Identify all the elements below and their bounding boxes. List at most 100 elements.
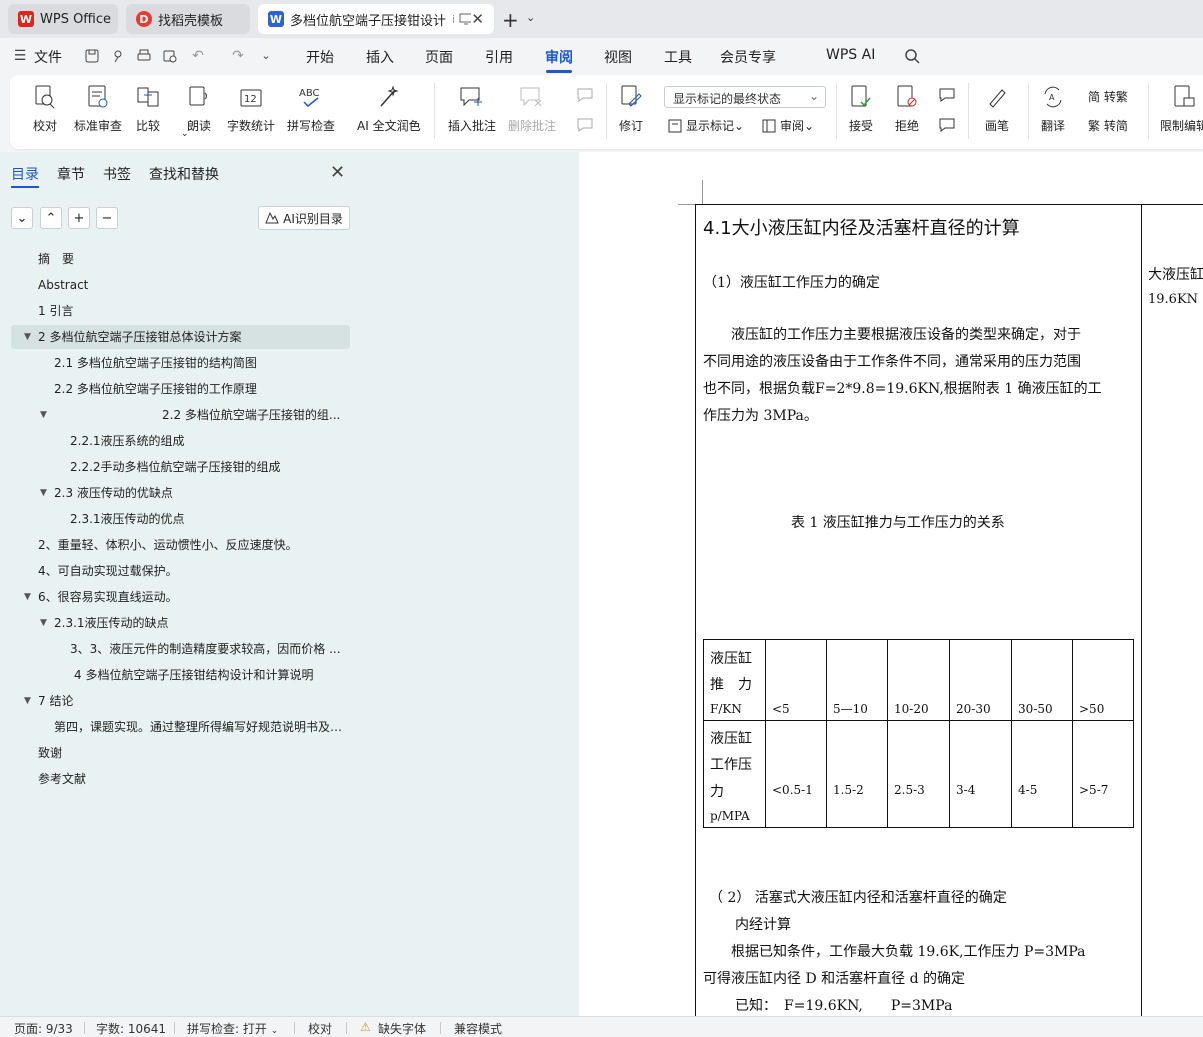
translate-button[interactable]: A 翻译 bbox=[1040, 83, 1066, 134]
prev-change-icon[interactable] bbox=[938, 87, 956, 103]
svg-text:12: 12 bbox=[244, 94, 257, 105]
toc-item[interactable]: 2.1 多档位航空端子压接钳的结构简图 bbox=[11, 351, 350, 375]
toc-item[interactable]: ▼ 2.3.1液压传动的缺点 bbox=[11, 611, 350, 635]
proof-status[interactable]: 校对 bbox=[308, 1020, 332, 1037]
menu-wps-ai[interactable]: WPS AI bbox=[826, 47, 875, 63]
tab-wps-office[interactable]: W WPS Office bbox=[8, 4, 118, 34]
expand-arrow-icon[interactable]: ▼ bbox=[40, 481, 47, 505]
missing-font-status[interactable]: 缺失字体 bbox=[378, 1020, 426, 1037]
track-changes-button[interactable]: 修订 bbox=[618, 83, 644, 134]
menu-insert[interactable]: 插入 bbox=[366, 47, 394, 67]
toc-item[interactable]: 第四，课题实现。通过整理所得编写好规范说明书及 ... bbox=[11, 715, 350, 739]
spell-check-button[interactable]: ABC 拼写检查 bbox=[287, 83, 335, 134]
menu-member[interactable]: 会员专享 bbox=[720, 47, 776, 67]
menu-page[interactable]: 页面 bbox=[425, 47, 453, 67]
menu-reference[interactable]: 引用 bbox=[485, 47, 513, 67]
status-separator bbox=[174, 1022, 175, 1034]
page-indicator[interactable]: 页面: 9/33 bbox=[14, 1020, 73, 1037]
collapse-button[interactable]: ⌄ bbox=[11, 207, 33, 229]
menu-tools[interactable]: 工具 bbox=[664, 47, 692, 67]
pen-button[interactable]: 画笔 bbox=[984, 83, 1010, 134]
toc-item[interactable]: 2.2.1液压系统的组成 bbox=[11, 429, 350, 453]
proofread-button[interactable]: 校对 bbox=[32, 83, 58, 134]
save-icon[interactable] bbox=[84, 48, 100, 64]
reject-button[interactable]: 拒绝 bbox=[894, 83, 920, 134]
add-heading-button[interactable]: + bbox=[68, 207, 90, 229]
expand-arrow-icon[interactable]: ▼ bbox=[40, 403, 47, 427]
word-count-icon: 12 bbox=[240, 89, 262, 107]
close-icon[interactable]: ✕ bbox=[471, 10, 484, 28]
search-icon[interactable] bbox=[904, 48, 920, 64]
next-change-icon[interactable] bbox=[938, 117, 956, 133]
toc-item[interactable]: 1 引言 bbox=[11, 299, 350, 323]
next-comment-icon[interactable] bbox=[576, 117, 594, 133]
toc-item[interactable]: 参考文献 bbox=[11, 767, 350, 791]
toc-item[interactable]: 2.2.2手动多档位航空端子压接钳的组成 bbox=[11, 455, 350, 479]
tab-chapters[interactable]: 章节 bbox=[57, 164, 85, 184]
hamburger-icon[interactable]: ☰ bbox=[12, 48, 28, 64]
toc-item[interactable]: 4、可自动实现过载保护。 bbox=[11, 559, 350, 583]
remove-heading-button[interactable]: − bbox=[96, 207, 118, 229]
expand-arrow-icon[interactable]: ▼ bbox=[24, 689, 31, 713]
to-simplified-button[interactable]: 繁 转简 bbox=[1088, 117, 1128, 134]
ai-polish-button[interactable]: AI 全文润色 bbox=[357, 83, 421, 134]
prev-comment-icon[interactable] bbox=[576, 87, 594, 103]
frame-left-border bbox=[695, 204, 696, 1016]
word-count-button[interactable]: 12 字数统计 bbox=[227, 83, 275, 134]
menu-review[interactable]: 审阅 bbox=[545, 47, 573, 67]
status-separator bbox=[346, 1022, 347, 1034]
toc-item[interactable]: 摘 要 bbox=[11, 247, 350, 271]
toc-item-label: 2.3.1液压传动的缺点 bbox=[54, 616, 169, 630]
toc-item[interactable]: Abstract bbox=[11, 273, 350, 297]
share-icon[interactable] bbox=[110, 48, 126, 64]
expand-button[interactable]: ⌃ bbox=[40, 207, 62, 229]
menu-view[interactable]: 视图 bbox=[604, 47, 632, 67]
toc-item[interactable]: ▼ 2 多档位航空端子压接钳总体设计方案 bbox=[11, 325, 350, 349]
compare-button[interactable]: 比较 ⌄ bbox=[135, 83, 189, 139]
read-aloud-button[interactable]: 朗读 bbox=[186, 83, 212, 134]
toc-item[interactable]: 致谢 bbox=[11, 741, 350, 765]
menu-file[interactable]: 文件 bbox=[34, 47, 62, 67]
proofread-icon bbox=[35, 85, 55, 109]
menu-home[interactable]: 开始 bbox=[306, 47, 334, 67]
close-icon[interactable]: ✕ bbox=[330, 162, 345, 183]
markup-display-select[interactable]: 显示标记的最终状态 ⌄ bbox=[664, 86, 826, 108]
spell-check-status[interactable]: 拼写检查: 打开 ⌄ bbox=[187, 1020, 278, 1037]
toc-item[interactable]: ▼ 6、很容易实现直线运动。 bbox=[11, 585, 350, 609]
print-preview-icon[interactable] bbox=[162, 48, 178, 64]
svg-text:A: A bbox=[1049, 93, 1055, 102]
chevron-down-icon[interactable]: ⌄ bbox=[526, 11, 535, 24]
toc-item[interactable]: 3、3、液压元件的制造精度要求较高，因而价格 ... bbox=[11, 637, 350, 661]
section-heading: 4.1大小液压缸内径及活塞杆直径的计算 bbox=[703, 218, 1020, 239]
insert-comment-button[interactable]: 插入批注 bbox=[448, 83, 496, 134]
tab-document[interactable]: W 多档位航空端子压接钳设计 i ✕ bbox=[258, 4, 494, 34]
expand-arrow-icon[interactable]: ▼ bbox=[24, 325, 31, 349]
toc-item[interactable]: 2.3.1液压传动的优点 bbox=[11, 507, 350, 531]
restrict-edit-button[interactable]: 限制编辑 bbox=[1160, 83, 1203, 134]
expand-arrow-icon[interactable]: ▼ bbox=[24, 585, 31, 609]
tab-docer[interactable]: D 找稻壳模板 bbox=[126, 4, 250, 34]
tab-bookmarks[interactable]: 书签 bbox=[103, 164, 131, 184]
tab-find-replace[interactable]: 查找和替换 bbox=[149, 164, 219, 184]
compat-mode-status[interactable]: 兼容模式 bbox=[454, 1020, 502, 1037]
undo-icon[interactable]: ↶ bbox=[190, 48, 206, 64]
tab-toc[interactable]: 目录 bbox=[11, 164, 39, 184]
toc-item[interactable]: 2.2 多档位航空端子压接钳的工作原理 bbox=[11, 377, 350, 401]
toc-item[interactable]: ▼ 2.3 液压传动的优缺点 bbox=[11, 481, 350, 505]
ai-toc-button[interactable]: AI识别目录 bbox=[258, 206, 350, 230]
expand-arrow-icon[interactable]: ▼ bbox=[40, 611, 47, 635]
accept-button[interactable]: 接受 bbox=[848, 83, 874, 134]
toc-item[interactable]: 2、重量轻、体积小、运动惯性小、反应速度快。 bbox=[11, 533, 350, 557]
redo-icon[interactable]: ↷ bbox=[230, 48, 246, 64]
toc-item[interactable]: ▼ 2.2 多档位航空端子压接钳的组... bbox=[11, 403, 350, 427]
print-icon[interactable] bbox=[136, 48, 152, 64]
review-pane-button[interactable]: 审阅 ⌄ bbox=[762, 117, 814, 134]
word-count[interactable]: 字数: 10641 bbox=[96, 1020, 166, 1037]
new-tab-icon[interactable]: + bbox=[502, 8, 519, 32]
toc-item[interactable]: 4 多档位航空端子压接钳结构设计和计算说明 bbox=[11, 663, 350, 687]
toc-item[interactable]: ▼ 7 结论 bbox=[11, 689, 350, 713]
more-chevron-icon[interactable]: ⌄ bbox=[258, 48, 274, 64]
to-traditional-button[interactable]: 简 转繁 bbox=[1088, 88, 1128, 105]
show-markup-button[interactable]: 显示标记 ⌄ bbox=[668, 117, 744, 134]
standard-review-button[interactable]: 标准审查 bbox=[74, 83, 122, 134]
